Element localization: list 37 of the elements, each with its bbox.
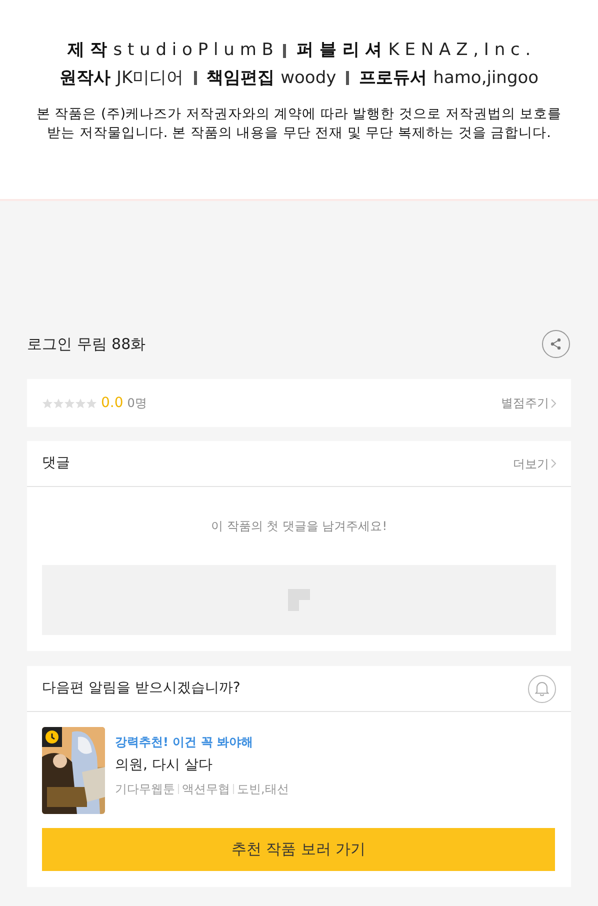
- credit-name: woody: [280, 66, 336, 90]
- credit-role: 원작사: [59, 66, 110, 90]
- credit-role: 프로듀서: [359, 66, 428, 90]
- chevron-right-icon: [551, 398, 556, 408]
- genre-tag: 도빈,태선: [237, 780, 289, 798]
- empty-comments-message: 이 작품의 첫 댓글을 남겨주세요!: [210, 518, 388, 535]
- bell-icon: [535, 681, 549, 696]
- rate-link[interactable]: 별점주기: [501, 394, 549, 412]
- notification-button[interactable]: [528, 674, 556, 702]
- credit-name: JK미디어: [116, 66, 184, 90]
- credit-name: hamo,jingoo: [433, 66, 539, 90]
- notification-question: 다음편 알림을 받으시겠습니까?: [42, 679, 240, 698]
- star-icon: [42, 398, 53, 408]
- comments-title: 댓글: [42, 454, 70, 473]
- credit-role: 퍼 블 리 셔: [296, 39, 382, 62]
- recommended-title[interactable]: 의원, 다시 살다: [115, 755, 289, 776]
- episode-title: 로그인 무림 88화: [27, 334, 146, 355]
- more-link[interactable]: 더보기: [513, 454, 549, 472]
- share-button[interactable]: [542, 330, 570, 358]
- star-icon: [86, 398, 97, 408]
- genre-tag: 액션무협: [182, 780, 230, 798]
- credit-role: 제 작: [67, 39, 108, 62]
- genre-tag: 기다무웹툰: [115, 780, 175, 798]
- recommendation-button[interactable]: 추천 작품 보러 가기: [42, 828, 555, 871]
- chevron-right-icon: [551, 459, 556, 468]
- rating-score: 0.0: [101, 394, 124, 412]
- star-icon: [75, 398, 86, 408]
- credit-name: K E N A Z , I n c .: [388, 39, 531, 62]
- credit-role: 책임편집: [206, 66, 275, 90]
- share-icon: [549, 337, 563, 351]
- rating-count: 0명: [127, 395, 147, 412]
- recommendation-tagline: 강력추천! 이건 꼭 봐야해: [115, 734, 254, 751]
- star-icon: [64, 398, 75, 408]
- credit-name: s t u d i o P l u m B: [113, 39, 274, 62]
- star-icon: [53, 398, 64, 408]
- copyright-notice: 본 작품은 (주)케나즈가 저작권자와의 계약에 따라 발행한 것으로 저작권법의 보호를: [36, 105, 562, 124]
- copyright-notice: 받는 저작물입니다. 본 작품의 내용을 무단 전재 및 무단 복제하는 것을 금합니다.: [47, 124, 551, 143]
